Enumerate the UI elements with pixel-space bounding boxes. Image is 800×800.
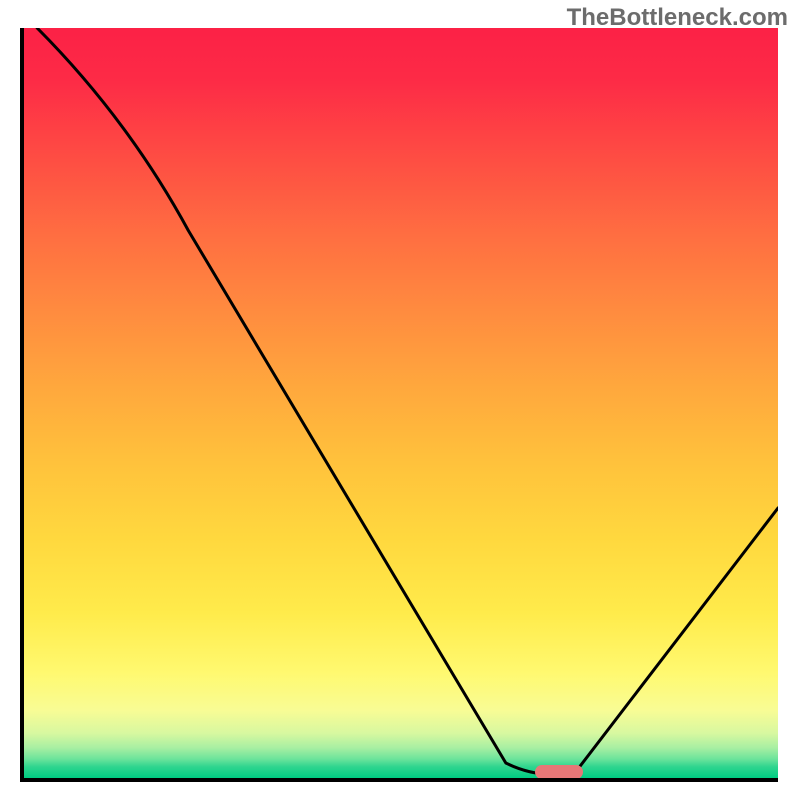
chart-container: TheBottleneck.com [0, 0, 800, 800]
watermark-text: TheBottleneck.com [567, 4, 788, 32]
plot-area [22, 28, 778, 778]
optimal-marker [535, 765, 583, 778]
gradient-background [22, 28, 778, 778]
y-axis [20, 28, 24, 782]
x-axis [22, 778, 778, 782]
